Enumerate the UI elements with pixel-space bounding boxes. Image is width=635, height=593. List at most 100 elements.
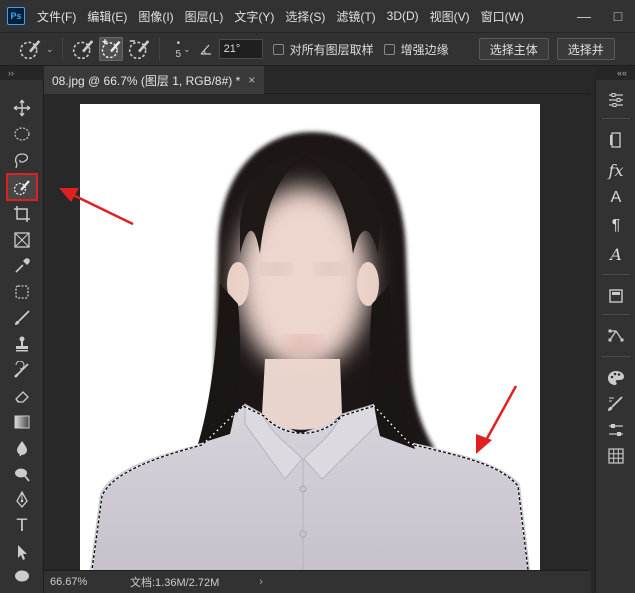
menu-filter[interactable]: 滤镜(T) bbox=[336, 8, 375, 25]
tool-history-brush[interactable] bbox=[10, 358, 34, 382]
glyphs-icon: A bbox=[610, 244, 622, 264]
paths-panel-button[interactable] bbox=[602, 324, 630, 348]
palette-icon bbox=[608, 371, 624, 385]
menu-3d[interactable]: 3D(D) bbox=[387, 9, 419, 23]
paths-icon bbox=[608, 329, 624, 342]
tool-preset-picker[interactable] bbox=[18, 37, 42, 61]
right-panel-collapse[interactable]: «« bbox=[595, 66, 635, 80]
zoom-level[interactable]: 66.67% bbox=[50, 576, 120, 588]
tool-eyedropper[interactable] bbox=[10, 254, 34, 278]
move-icon bbox=[13, 99, 31, 117]
tool-eraser[interactable] bbox=[10, 384, 34, 408]
tool-move[interactable] bbox=[10, 96, 34, 120]
new-selection-icon bbox=[72, 40, 93, 60]
libraries-panel-button[interactable] bbox=[602, 284, 630, 308]
adjustments-icon bbox=[609, 424, 623, 436]
tool-path-selection[interactable] bbox=[10, 540, 34, 564]
menu-layer[interactable]: 图层(L) bbox=[185, 8, 224, 25]
clone-stamp-icon bbox=[16, 336, 28, 352]
tool-clone-stamp[interactable] bbox=[10, 332, 34, 356]
library-icon bbox=[609, 289, 623, 303]
adjustments-panel-button[interactable] bbox=[602, 418, 630, 442]
tool-spot-healing[interactable] bbox=[10, 280, 34, 304]
portrait-photo bbox=[90, 132, 530, 570]
canvas-workspace[interactable] bbox=[44, 94, 591, 570]
document-tab-bar: 08.jpg @ 66.7% (图层 1, RGB/8#) * × bbox=[44, 66, 591, 94]
paragraph-panel-button[interactable]: ¶ bbox=[602, 214, 630, 238]
quick-selection-icon bbox=[19, 40, 41, 60]
tool-quick-selection[interactable] bbox=[6, 173, 38, 201]
gradient-icon bbox=[14, 415, 30, 429]
sample-all-layers-option[interactable]: 对所有图层取样 bbox=[272, 41, 374, 58]
sample-all-layers-checkbox[interactable] bbox=[272, 43, 284, 55]
red-arrow-annotation-tool bbox=[59, 188, 134, 226]
menu-view[interactable]: 视图(V) bbox=[430, 8, 470, 25]
swatches-panel-button[interactable] bbox=[602, 444, 630, 468]
enhance-edge-checkbox[interactable] bbox=[383, 43, 395, 55]
brushes-panel-button[interactable] bbox=[602, 392, 630, 416]
minimize-button[interactable]: — bbox=[567, 8, 601, 24]
character-panel-button[interactable]: A bbox=[602, 186, 630, 210]
patch-icon bbox=[15, 285, 29, 299]
sliders-icon bbox=[609, 93, 623, 107]
document-tab[interactable]: 08.jpg @ 66.7% (图层 1, RGB/8#) * × bbox=[44, 66, 264, 94]
tool-brush[interactable] bbox=[10, 306, 34, 330]
menu-edit[interactable]: 编辑(E) bbox=[87, 8, 127, 25]
lasso-icon bbox=[15, 153, 29, 169]
styles-panel-button[interactable]: fx bbox=[602, 158, 630, 182]
properties-panel-button[interactable] bbox=[602, 88, 630, 112]
sample-all-layers-label: 对所有图层取样 bbox=[289, 42, 374, 57]
menu-select[interactable]: 选择(S) bbox=[285, 8, 325, 25]
chevron-down-icon[interactable]: ⌄ bbox=[46, 44, 54, 55]
glyphs-panel-button[interactable]: A bbox=[602, 242, 630, 266]
tool-pen[interactable] bbox=[10, 488, 34, 512]
menu-window[interactable]: 窗口(W) bbox=[481, 8, 524, 25]
divider bbox=[602, 118, 630, 119]
tool-lasso[interactable] bbox=[10, 148, 34, 172]
chevron-down-icon[interactable]: ⌄ bbox=[183, 44, 191, 55]
maximize-button[interactable]: □ bbox=[601, 8, 635, 24]
red-arrow-annotation-selection bbox=[476, 385, 518, 454]
menu-bar: Ps 文件(F) 编辑(E) 图像(I) 图层(L) 文字(Y) 选择(S) 滤… bbox=[0, 0, 635, 32]
photoshop-logo-icon: Ps bbox=[7, 7, 25, 25]
left-panel-collapse[interactable]: ›› bbox=[0, 66, 44, 80]
select-subject-button[interactable]: 选择主体 bbox=[478, 38, 549, 60]
tool-ellipse[interactable] bbox=[10, 564, 34, 588]
tool-blur[interactable] bbox=[10, 436, 34, 460]
new-selection-button[interactable] bbox=[71, 37, 95, 61]
color-panel-button[interactable] bbox=[602, 366, 630, 390]
pen-icon bbox=[16, 491, 28, 509]
tool-dodge[interactable] bbox=[10, 462, 34, 486]
divider bbox=[602, 314, 630, 315]
tool-frame[interactable] bbox=[10, 228, 34, 252]
add-to-selection-button[interactable] bbox=[98, 37, 123, 61]
document-canvas[interactable] bbox=[80, 104, 540, 570]
divider bbox=[602, 356, 630, 357]
select-and-mask-button[interactable]: 选择并 bbox=[556, 38, 615, 60]
brush-size-value: 5 bbox=[175, 49, 182, 60]
menu-type[interactable]: 文字(Y) bbox=[234, 8, 274, 25]
close-icon[interactable]: × bbox=[248, 73, 255, 87]
layers-icon bbox=[610, 132, 621, 148]
tool-elliptical-marquee[interactable] bbox=[10, 122, 34, 146]
enhance-edge-option[interactable]: 增强边缘 bbox=[383, 41, 449, 58]
menu-file[interactable]: 文件(F) bbox=[37, 8, 76, 25]
character-icon: A bbox=[610, 189, 622, 206]
tool-crop[interactable] bbox=[10, 202, 34, 226]
status-menu-arrow[interactable]: › bbox=[259, 576, 263, 588]
angle-icon bbox=[200, 44, 211, 55]
brush-size-picker[interactable]: • 5 bbox=[176, 38, 182, 60]
brushes-icon bbox=[608, 396, 623, 411]
elliptical-marquee-icon bbox=[14, 127, 30, 141]
layers-panel-button[interactable] bbox=[602, 128, 630, 152]
menu-image[interactable]: 图像(I) bbox=[138, 8, 173, 25]
document-tab-title: 08.jpg @ 66.7% (图层 1, RGB/8#) * bbox=[52, 73, 241, 88]
divider bbox=[602, 274, 630, 275]
tool-type[interactable]: T bbox=[10, 514, 34, 538]
tools-panel: T bbox=[0, 80, 44, 593]
tool-gradient[interactable] bbox=[10, 410, 34, 434]
subtract-from-selection-button[interactable] bbox=[127, 37, 151, 61]
angle-input[interactable]: 21° bbox=[218, 39, 263, 59]
frame-icon bbox=[14, 232, 30, 248]
add-to-selection-icon bbox=[101, 39, 121, 59]
